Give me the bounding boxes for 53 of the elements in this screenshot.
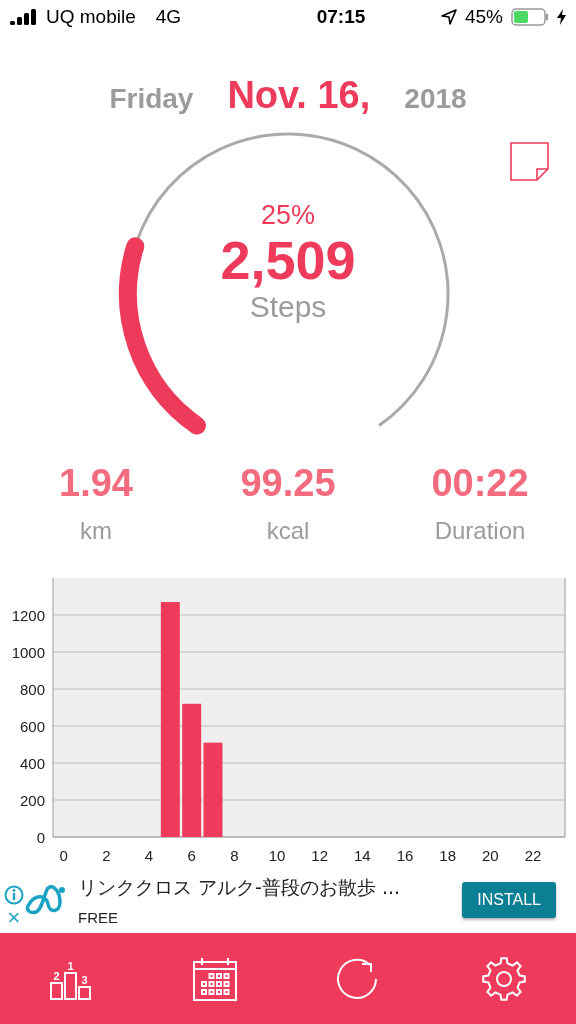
y-tick-label: 600: [19, 718, 45, 735]
rank-label: 1: [67, 959, 74, 972]
ad-info-icon[interactable]: [4, 885, 24, 905]
year-label: 2018: [404, 83, 467, 115]
note-icon[interactable]: [510, 142, 550, 182]
x-tick-label: 20: [482, 847, 499, 864]
stat-label: km: [80, 517, 112, 545]
y-tick-label: 800: [19, 681, 45, 698]
y-tick-label: 400: [19, 755, 45, 772]
x-tick-label: 8: [230, 847, 239, 864]
y-tick-label: 1200: [11, 607, 45, 624]
x-tick-label: 2: [102, 847, 111, 864]
signal-icon: [10, 9, 38, 25]
x-tick-label: 12: [311, 847, 328, 864]
stat-label: Duration: [434, 517, 526, 545]
steps-unit: Steps: [249, 290, 327, 325]
percent-label: 25%: [260, 200, 315, 231]
stat-label: kcal: [266, 517, 310, 545]
ad-title[interactable]: リンククロス アルク-普段のお散歩 ...: [78, 874, 453, 901]
ad-price: FREE: [78, 908, 119, 926]
x-tick-label: 22: [524, 847, 542, 864]
calendar-icon: [191, 956, 238, 1001]
x-tick-label: 16: [396, 847, 414, 864]
rank-label: 2: [53, 969, 60, 982]
stat-value: 1.94: [59, 462, 133, 505]
x-tick-label: 0: [59, 847, 68, 864]
battery-percent: 45%: [464, 6, 503, 28]
install-button[interactable]: INSTALL: [462, 882, 556, 918]
settings-icon: [480, 955, 527, 1002]
network-type: 4G: [155, 6, 182, 28]
clock-time: 07:15: [316, 6, 366, 28]
x-tick-label: 4: [144, 847, 154, 864]
weekday-label: Friday: [109, 83, 194, 115]
carrier-name: UQ mobile: [46, 6, 136, 28]
ranking-tab[interactable]: 1 2 3: [49, 956, 94, 1001]
location-arrow-icon: [440, 9, 457, 25]
rank-label: 3: [81, 973, 88, 986]
step-count: 2,509: [220, 231, 356, 291]
stat-value: 99.25: [240, 462, 336, 505]
battery-icon: [511, 8, 549, 26]
y-tick-label: 0: [36, 829, 45, 846]
date-label: Nov. 16,: [227, 74, 371, 117]
x-tick-label: 6: [187, 847, 196, 864]
x-tick-label: 18: [439, 847, 456, 864]
y-tick-label: 1000: [11, 644, 45, 661]
stat-value: 00:22: [431, 462, 529, 505]
calendar-tab[interactable]: [191, 956, 238, 1001]
charging-bolt-icon: [557, 9, 566, 25]
x-tick-label: 14: [354, 847, 371, 864]
close-ad-button[interactable]: ×: [7, 907, 21, 929]
y-tick-label: 200: [19, 792, 45, 809]
x-tick-label: 10: [268, 847, 286, 864]
settings-tab[interactable]: [480, 955, 527, 1002]
